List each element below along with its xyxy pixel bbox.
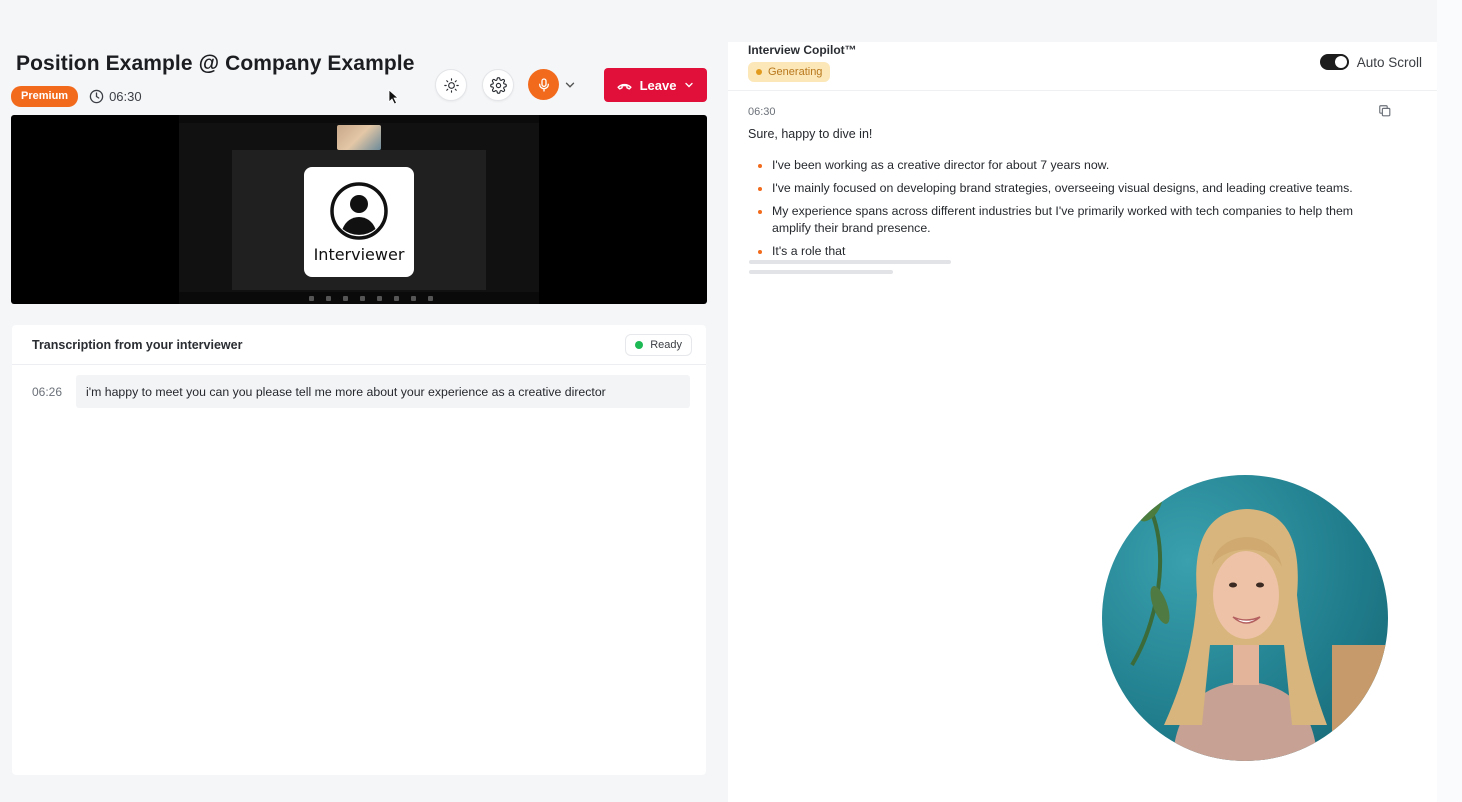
answer-bullets: I've been working as a creative director…: [756, 157, 1386, 266]
plan-badge: Premium: [11, 86, 79, 107]
presenter-portrait: [1130, 488, 1388, 761]
clock-icon: [89, 89, 104, 104]
microphone-icon: [538, 77, 549, 92]
meeting-video: Interviewer: [11, 115, 707, 304]
meeting-toolbar: [179, 292, 539, 304]
leave-button[interactable]: Leave: [604, 68, 707, 102]
chevron-down-icon: [685, 82, 694, 88]
meeting-topbar: [179, 115, 539, 123]
elapsed-time-text: 06:30: [109, 89, 142, 104]
transcript-title: Transcription from your interviewer: [32, 337, 243, 352]
phone-hangup-icon: [616, 83, 632, 90]
status-dot: [635, 340, 644, 349]
window-edge: [1437, 0, 1462, 802]
interviewer-label: Interviewer: [313, 244, 405, 264]
mouse-cursor-icon: [388, 89, 400, 105]
page-title: Position Example @ Company Example: [16, 52, 415, 75]
status-dot: [756, 69, 762, 75]
transcript-entry-text: i'm happy to meet you can you please tel…: [76, 375, 690, 408]
auto-scroll-control: Auto Scroll: [1319, 54, 1422, 70]
elapsed-timer: 06:30: [89, 89, 142, 104]
chevron-down-icon[interactable]: [563, 78, 577, 92]
interviewer-tile: Interviewer: [304, 167, 414, 277]
answer-bullet: I've been working as a creative director…: [756, 157, 1386, 174]
presenter-video-bubble: [1102, 475, 1388, 761]
answer-bullet: I've mainly focused on developing brand …: [756, 180, 1386, 197]
transcript-status-badge: Ready: [625, 333, 692, 356]
microphone-button[interactable]: [528, 69, 559, 100]
copilot-header: Interview Copilot™ Generating Auto Scrol…: [728, 42, 1437, 91]
copilot-title: Interview Copilot™: [748, 43, 857, 57]
theme-toggle-button[interactable]: [435, 69, 467, 101]
leave-button-label: Leave: [639, 77, 677, 93]
copy-icon[interactable]: [1378, 104, 1392, 118]
user-avatar-icon: [330, 181, 388, 240]
answer-bullet: My experience spans across different ind…: [756, 203, 1386, 237]
answer-bullet: It's a role that: [756, 243, 1386, 260]
transcript-status-text: Ready: [650, 338, 682, 351]
transcript-header: Transcription from your interviewer Read…: [12, 325, 706, 365]
meta-row: Premium 06:30: [11, 86, 142, 107]
answer-lead: Sure, happy to dive in!: [748, 127, 873, 141]
transcript-entry-time: 06:26: [32, 384, 63, 399]
copilot-status-text: Generating: [768, 66, 823, 78]
auto-scroll-label: Auto Scroll: [1356, 54, 1422, 70]
transcript-panel: Transcription from your interviewer Read…: [12, 325, 706, 775]
sun-icon: [443, 77, 459, 93]
self-view-thumbnail: [337, 125, 381, 150]
gear-icon: [489, 76, 507, 94]
copilot-status-badge: Generating: [748, 62, 831, 82]
loading-skeleton-line: [749, 270, 893, 274]
settings-button[interactable]: [482, 69, 514, 101]
transcript-entry: 06:26 i'm happy to meet you can you plea…: [32, 375, 690, 408]
answer-time: 06:30: [748, 106, 776, 118]
loading-skeleton-line: [749, 260, 951, 264]
auto-scroll-toggle[interactable]: [1319, 54, 1349, 70]
